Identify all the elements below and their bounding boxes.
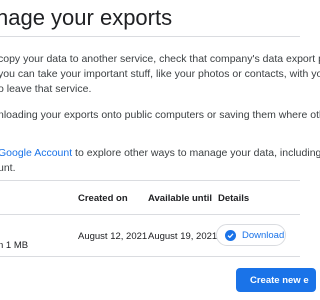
- account-note: Google Account to explore other ways to …: [0, 146, 320, 176]
- warning-paragraph: nloading your exports onto public comput…: [0, 108, 320, 123]
- intro-line-3: o leave that service.: [0, 83, 92, 95]
- header-created-on: Created on: [78, 193, 128, 204]
- page-title: nage your exports: [0, 5, 173, 30]
- create-button-label: Create new e: [250, 274, 309, 286]
- created-on-value: August 12, 2021: [78, 231, 148, 242]
- title-divider: [0, 36, 300, 37]
- account-note-line-2: unt.: [0, 162, 16, 174]
- download-label: Download: [242, 229, 285, 241]
- available-until-value: August 19, 2021: [148, 231, 218, 242]
- account-note-text: to explore other ways to manage your dat…: [72, 147, 320, 159]
- header-divider: [0, 214, 300, 215]
- header-details: Details: [218, 193, 250, 204]
- export-size: n 1 MB: [0, 240, 29, 251]
- intro-line-1: copy your data to another service, check…: [0, 53, 320, 65]
- intro-line-2: you can take your important stuff, like …: [0, 68, 320, 80]
- warning-line-1: nloading your exports onto public comput…: [0, 109, 320, 121]
- check-circle-icon: [225, 229, 236, 241]
- section-divider: [0, 180, 300, 181]
- row-divider: [0, 256, 300, 257]
- create-new-export-button[interactable]: Create new e: [236, 268, 316, 292]
- download-button[interactable]: Download: [216, 224, 286, 246]
- google-account-link[interactable]: Google Account: [0, 147, 72, 159]
- intro-paragraph: copy your data to another service, check…: [0, 52, 320, 97]
- header-available-until: Available until: [148, 193, 213, 204]
